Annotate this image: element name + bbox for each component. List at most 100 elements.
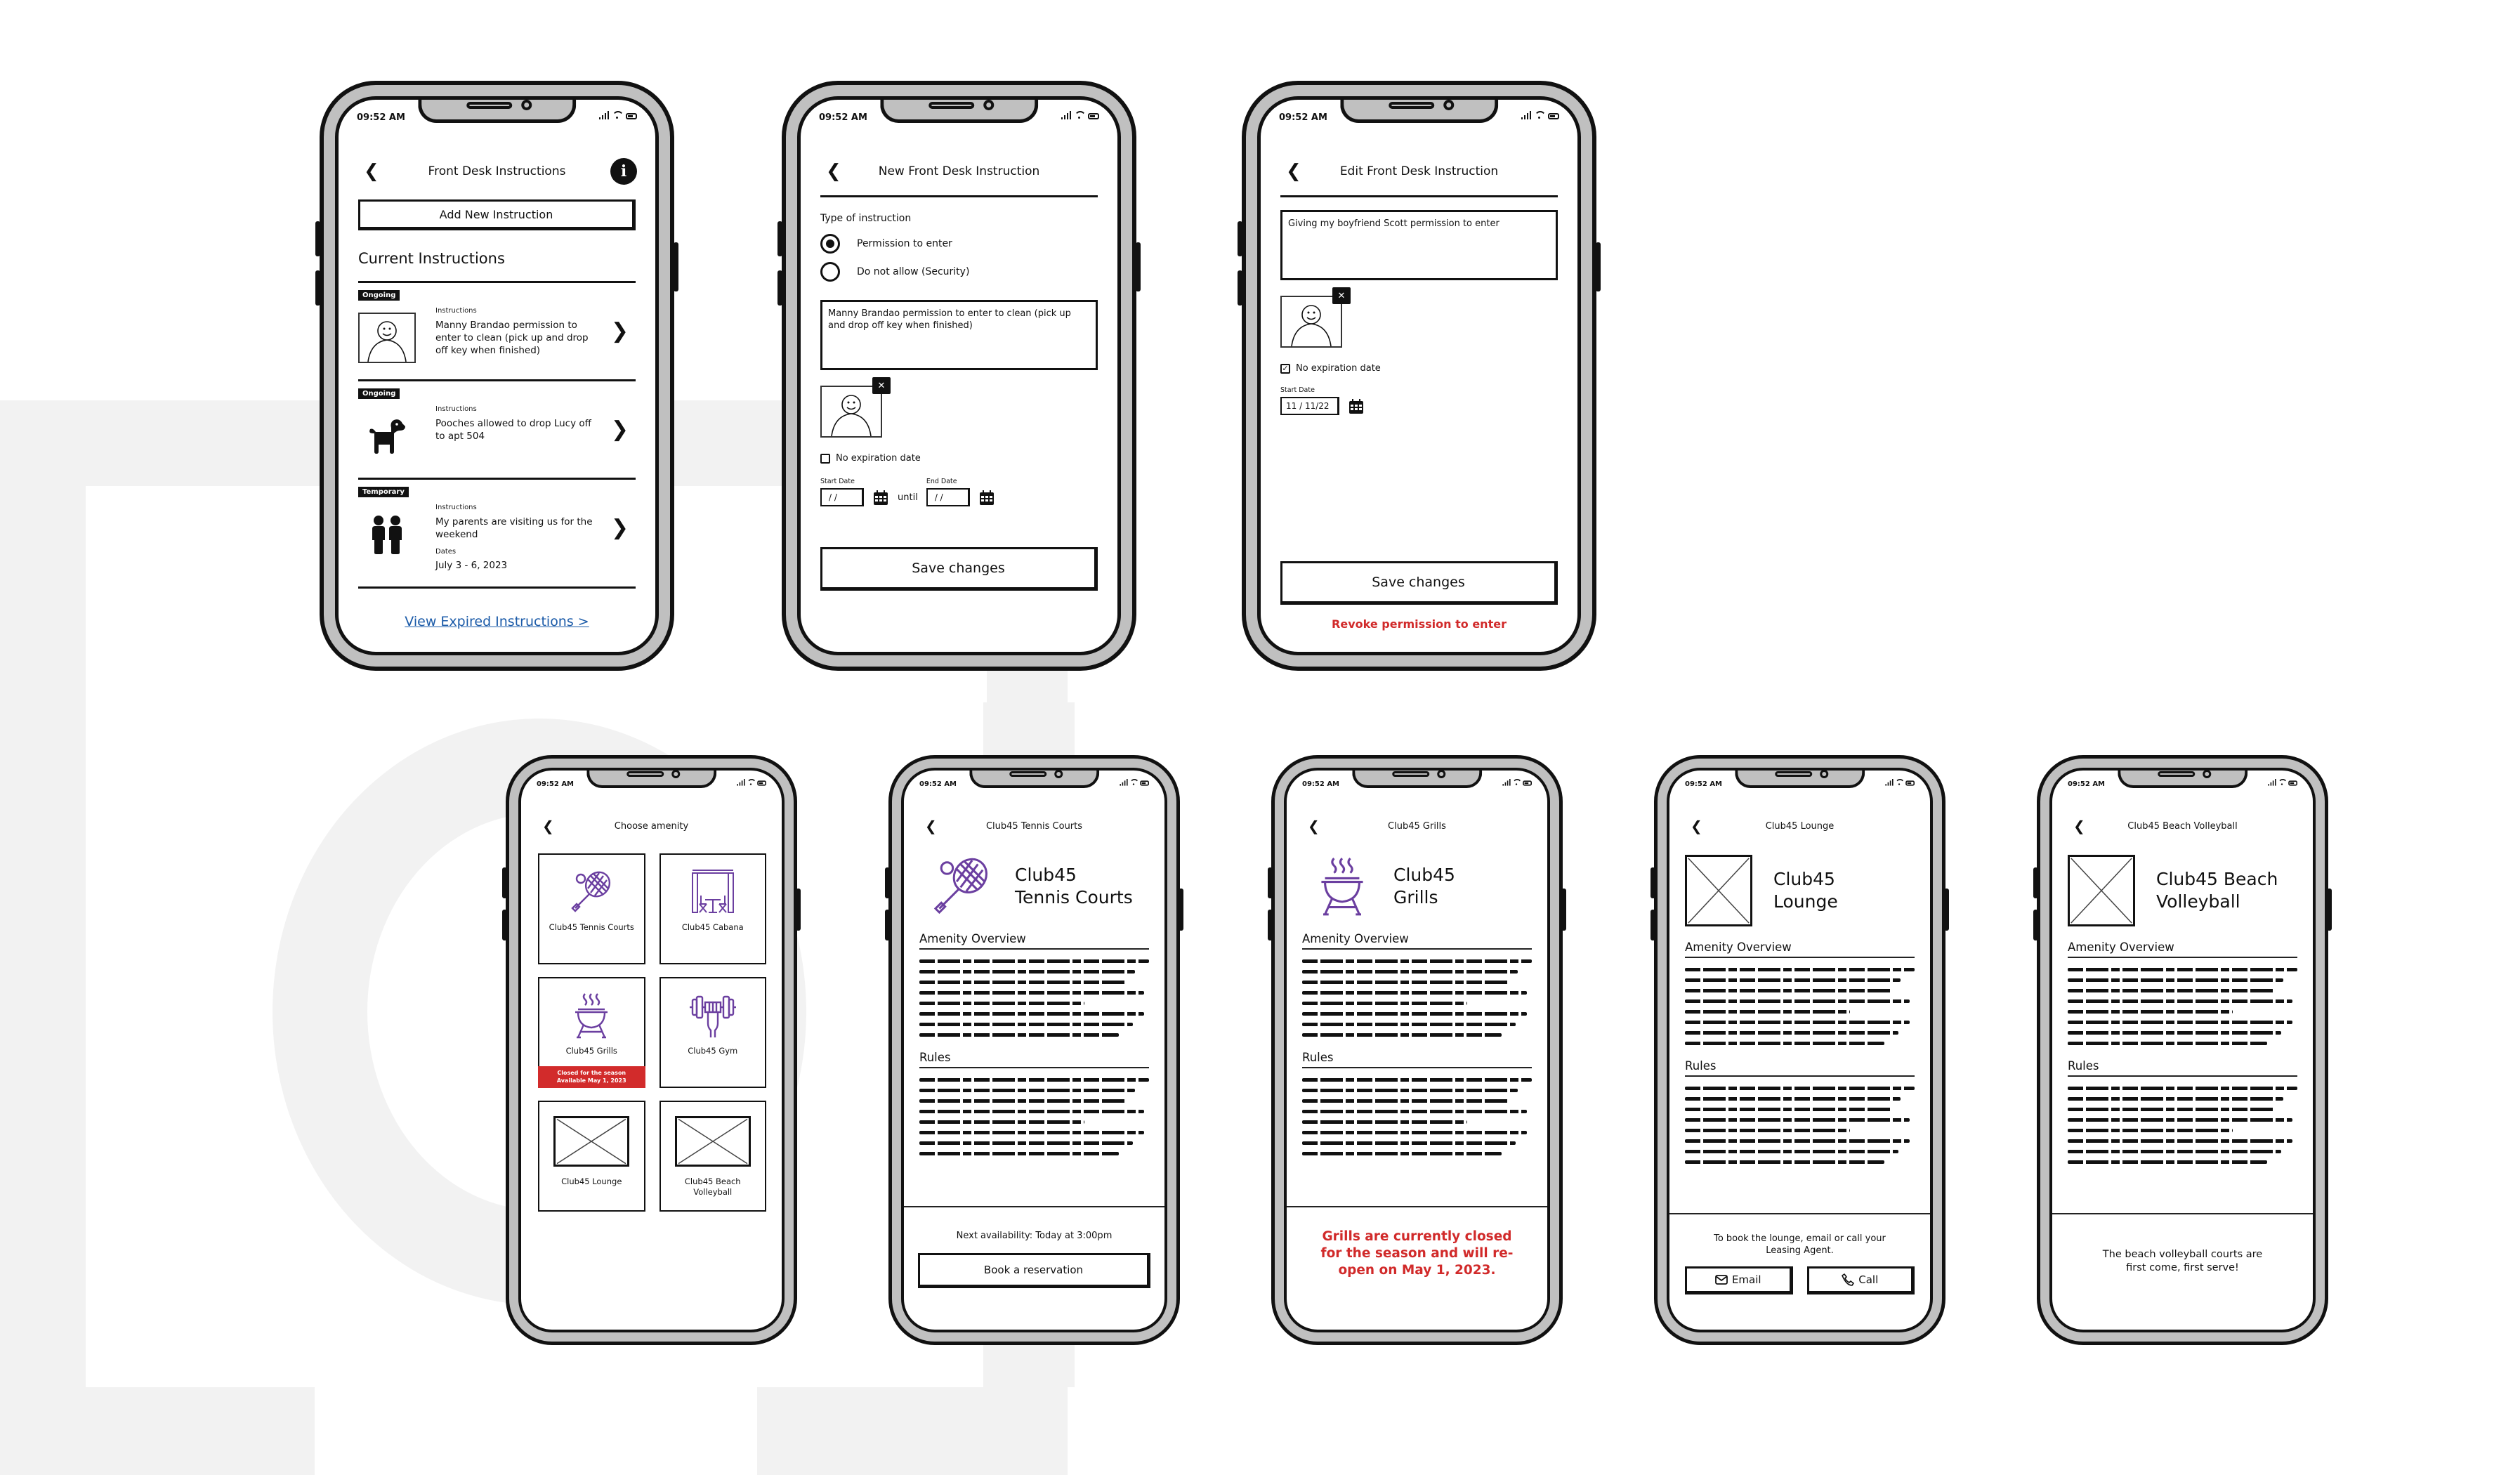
envelope-icon [1715, 1275, 1728, 1285]
speaker [1775, 771, 1813, 777]
type-of-instruction-label: Type of instruction [820, 213, 912, 224]
amenity-name-line2: Grills [1393, 887, 1438, 907]
instruction-textarea[interactable]: Manny Brandao permission to enter to cle… [820, 300, 1098, 370]
phone-side-button [777, 270, 782, 306]
signal-icon [1885, 779, 1894, 786]
radio-permission-to-enter[interactable]: Permission to enter [820, 230, 1098, 258]
front-desk-content: Add New Instruction Current Instructions… [358, 199, 636, 629]
amenity-tile-grills[interactable]: Club45 Grills Closed for the season Avai… [538, 977, 645, 1088]
status-icons [1120, 779, 1149, 786]
new-instruction-form: Type of instruction Permission to enter … [820, 195, 1098, 591]
back-chevron-icon[interactable]: ❮ [925, 819, 937, 833]
camera [671, 771, 680, 778]
no-expiration-checkbox-row[interactable]: ✓ No expiration date [1280, 363, 1558, 374]
amenity-footer: Next availability: Today at 3:00pm Book … [904, 1206, 1164, 1330]
phone-choose-amenity: 09:52 AM ❮ Choose amenity Club45 Tennis … [502, 755, 801, 1345]
no-expiration-checkbox[interactable] [820, 453, 830, 464]
phone-screen: 09:52 AM ❮ Club45 Grills Club45 Grills Am… [1284, 768, 1550, 1332]
amenity-tile-gym[interactable]: Club45 Gym [659, 977, 766, 1088]
email-button[interactable]: Email [1685, 1266, 1793, 1294]
instruction-text: Pooches allowed to drop Lucy off to apt … [435, 418, 591, 442]
back-chevron-icon[interactable]: ❮ [1286, 162, 1301, 181]
status-icons [2268, 779, 2297, 786]
phone-side-button [1651, 867, 1655, 898]
screen-title: Club45 Grills [1388, 820, 1446, 832]
camera [1443, 100, 1454, 110]
amenity-name: Club45 Lounge [1773, 868, 1838, 913]
amenity-tile-cabana[interactable]: Club45 Cabana [659, 853, 766, 964]
start-date-row: Start Date 11 / 11/22 [1280, 386, 1558, 415]
start-date-group: Start Date / / [820, 478, 864, 506]
remove-photo-button[interactable]: ✕ [872, 377, 891, 394]
amenity-name-line1: Club45 [1773, 869, 1835, 889]
status-badge: Ongoing [358, 388, 400, 399]
nav-bar: ❮ Club45 Beach Volleyball [2052, 814, 2313, 838]
signal-icon [737, 779, 745, 786]
start-date-input[interactable]: 11 / 11/22 [1280, 397, 1339, 415]
nav-bar: ❮ Club45 Grills [1287, 814, 1547, 838]
instructions-label: Instructions [435, 405, 477, 413]
instruction-list-item[interactable]: Ongoing Instructions Pooches allowed to … [358, 381, 636, 480]
camera [983, 100, 994, 110]
phone-side-button [1268, 910, 1273, 940]
calendar-icon[interactable] [872, 490, 889, 506]
back-chevron-icon[interactable]: ❮ [364, 162, 379, 181]
amenity-hero: Club45 Lounge [1685, 852, 1915, 929]
info-icon[interactable]: i [610, 158, 637, 185]
call-button[interactable]: Call [1806, 1266, 1915, 1294]
save-changes-button[interactable]: Save changes [820, 547, 1098, 591]
camera [1436, 771, 1445, 778]
no-expiration-checkbox[interactable]: ✓ [1280, 363, 1290, 374]
people-icon [358, 509, 416, 560]
add-new-instruction-button[interactable]: Add New Instruction [358, 199, 636, 230]
back-chevron-icon[interactable]: ❮ [1308, 819, 1320, 833]
back-chevron-icon[interactable]: ❮ [826, 162, 841, 181]
wifi-icon [2278, 779, 2286, 786]
start-date-label: Start Date [1280, 386, 1315, 394]
revoke-permission-link[interactable]: Revoke permission to enter [1280, 617, 1558, 631]
booking-note: To book the lounge, email or call your L… [1714, 1233, 1886, 1256]
calendar-icon[interactable] [978, 490, 995, 506]
phone-side-button [777, 221, 782, 256]
phone-icon [1842, 1273, 1855, 1286]
save-changes-button[interactable]: Save changes [1280, 561, 1558, 605]
divider [820, 195, 1098, 197]
back-chevron-icon[interactable]: ❮ [1691, 819, 1702, 833]
image-placeholder-icon [2068, 855, 2135, 926]
chevron-right-icon[interactable]: ❯ [611, 419, 629, 440]
radio-button-selected[interactable] [820, 234, 840, 254]
view-expired-instructions-link[interactable]: View Expired Instructions > [405, 614, 589, 629]
tile-label: Club45 Beach Volleyball [684, 1176, 741, 1197]
start-date-input[interactable]: / / [820, 488, 864, 506]
status-badge: Ongoing [358, 290, 400, 301]
tile-label: Club45 Cabana [681, 922, 744, 932]
no-expiration-checkbox-row[interactable]: No expiration date [820, 453, 1098, 464]
remove-photo-button[interactable]: ✕ [1332, 287, 1351, 304]
wifi-icon [1513, 779, 1521, 786]
dates-value: July 3 - 6, 2023 [435, 560, 508, 571]
amenity-tile-beach-volleyball[interactable]: Club45 Beach Volleyball [659, 1101, 766, 1212]
battery-icon [1088, 113, 1099, 119]
instruction-textarea[interactable]: Giving my boyfriend Scott permission to … [1280, 210, 1558, 280]
chevron-right-icon[interactable]: ❯ [611, 518, 629, 539]
wifi-icon [1896, 779, 1903, 786]
back-chevron-icon[interactable]: ❮ [2073, 819, 2085, 833]
radio-button[interactable] [820, 262, 840, 282]
instruction-list-item[interactable]: Ongoing Instructions Manny Brandao permi… [358, 283, 636, 381]
amenity-overview-heading: Amenity Overview [1302, 932, 1532, 950]
radio-do-not-allow[interactable]: Do not allow (Security) [820, 258, 1098, 286]
instruction-list-item[interactable]: Temporary Instructions My parents are vi… [358, 480, 636, 589]
amenity-tile-lounge[interactable]: Club45 Lounge [538, 1101, 645, 1212]
end-date-input[interactable]: / / [926, 488, 970, 506]
nav-bar: ❮ Front Desk Instructions i [339, 157, 655, 185]
person-photo-icon [1291, 305, 1332, 346]
amenity-tile-tennis[interactable]: Club45 Tennis Courts [538, 853, 645, 964]
amenity-name-line2: Volleyball [2156, 891, 2240, 912]
chevron-right-icon[interactable]: ❯ [611, 321, 629, 342]
back-chevron-icon[interactable]: ❮ [542, 819, 554, 833]
status-time: 09:52 AM [2068, 780, 2106, 788]
calendar-icon[interactable] [1348, 398, 1365, 415]
book-reservation-button[interactable]: Book a reservation [918, 1253, 1150, 1288]
nav-bar: ❮ Choose amenity [521, 814, 782, 838]
battery-icon [1548, 113, 1559, 119]
